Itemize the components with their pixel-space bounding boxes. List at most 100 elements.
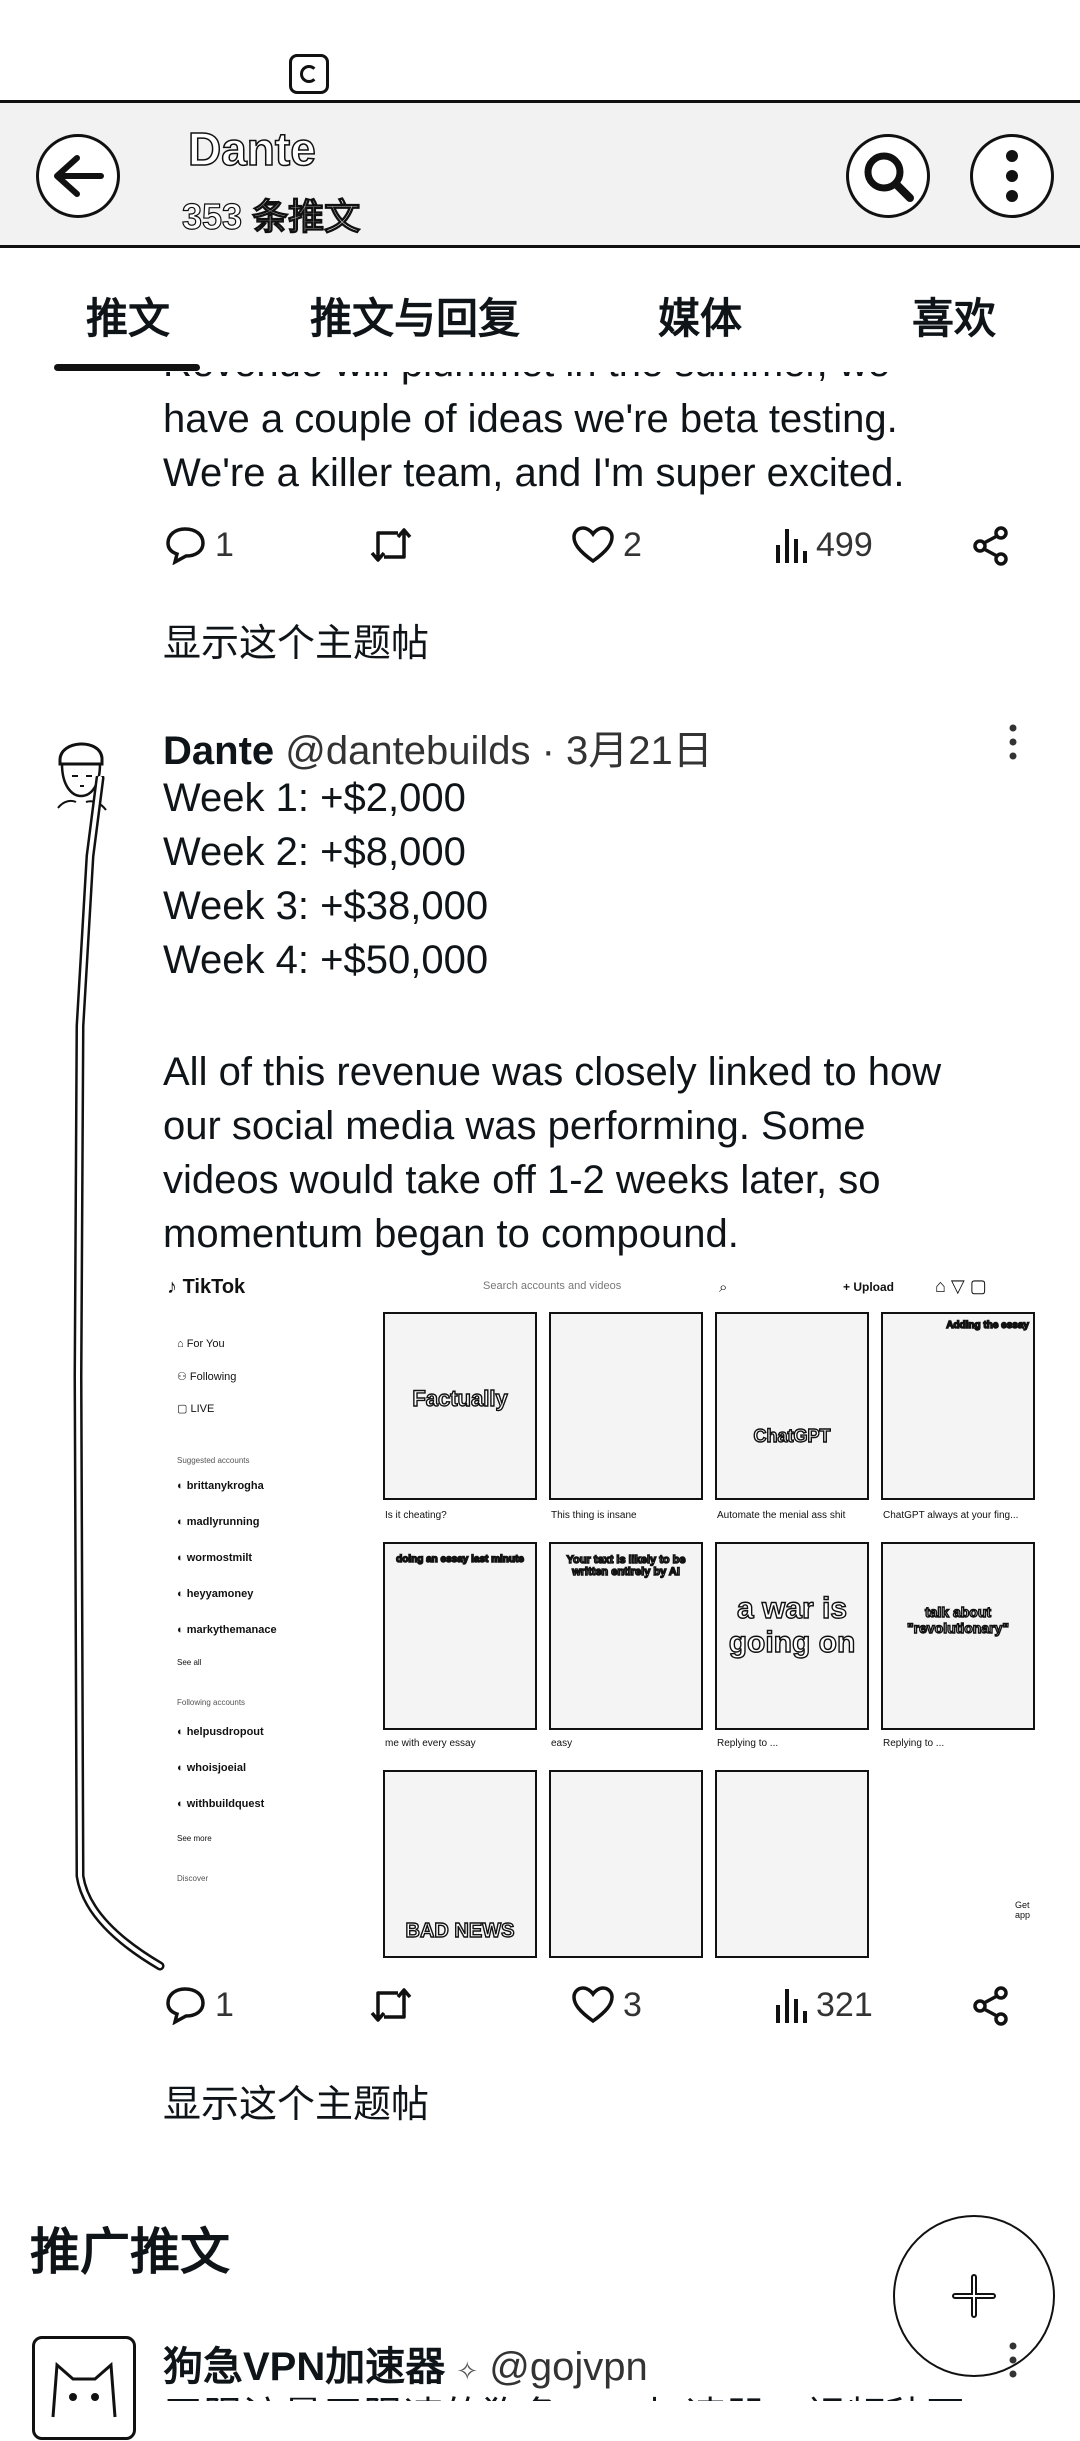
tiktok-suggested-4-name: heyyamoney [186,1588,254,1600]
reply-button[interactable]: 1 [165,1985,234,2025]
tiktok-thumb-caption: Automate the menial ass shit [717,1510,846,1521]
views-count: 499 [816,525,873,564]
tiktok-thumb-caption: easy [551,1738,573,1749]
plus-icon [952,2274,996,2318]
retweet-icon [370,1988,412,2022]
tiktok-following-3-name: withbuildquest [186,1798,265,1810]
tiktok-thumb: BAD NEWS [383,1770,537,1958]
reply-button[interactable]: 1 [165,525,234,565]
more-button[interactable] [970,134,1054,218]
more-vertical-icon [1006,150,1018,202]
reply-icon [166,1987,205,2025]
promoted-text-clip: 无限流量无限速的狗急VPN加速器，视频秒开 [163,2390,1043,2401]
tiktok-get-app: Get app [1015,1900,1031,1920]
tiktok-thumb: Your text is likely to be written entire… [549,1542,703,1730]
tiktok-thumb-text: ChatGPT [753,1425,831,1446]
tweet2-line-9: momentum began to compound. [163,1212,739,1256]
tiktok-suggested-2-name: madlyrunning [186,1516,260,1528]
tiktok-thumb: Factually [383,1312,537,1500]
tiktok-following-2: ◐ whoisjoeial [177,1762,246,1774]
tiktok-thumb-caption: This thing is insane [551,1510,637,1521]
tab-media[interactable]: 媒体 [658,285,742,346]
tiktok-discover: Discover [177,1874,209,1883]
tiktok-thumb [549,1770,703,1958]
tiktok-see-all: See all [177,1658,202,1667]
tweet2-line-8: videos would take off 1-2 weeks later, s… [163,1158,881,1202]
tab-tweets-replies[interactable]: 推文与回复 [310,285,520,346]
promoted-text: 无限流量无限速的狗急VPN加速器，视频秒开 [163,2390,1043,2401]
tab-likes[interactable]: 喜欢 [912,285,996,346]
promoted-handle[interactable]: @gojvpn [489,2345,647,2389]
tiktok-thumb-caption: Replying to ... [883,1738,945,1749]
tweet2-line-7: our social media was performing. Some [163,1104,866,1148]
views-button[interactable]: 499 [774,525,873,565]
tiktok-suggested-3-name: wormostmilt [186,1552,253,1564]
promoted-avatar[interactable] [32,2336,136,2440]
views-count: 321 [816,1985,873,2024]
back-button[interactable] [36,134,120,218]
tiktok-suggested-4: ◐ heyyamoney [177,1588,254,1600]
heart-icon [572,1986,614,2024]
tweet2-line-6: All of this revenue was closely linked t… [163,1050,942,1094]
retweet-icon [370,528,412,562]
tiktok-search-icon: ⌕ [719,1279,728,1296]
tiktok-logo-text: TikTok [182,1276,246,1298]
promoted-heading: 推广推文 [30,2224,230,2280]
tiktok-thumb [549,1312,703,1500]
more-vertical-icon [1009,724,1017,760]
reply-icon [166,527,205,565]
tiktok-thumb-text: Factually [412,1385,509,1411]
tiktok-suggested-1-name: brittanykrogha [186,1480,264,1492]
tweet2-author-name[interactable]: Dante [163,729,274,773]
tweet1-clipped: Revenue will plummet in the summer, we [163,372,1063,392]
tiktok-nav-foryou-label: For You [186,1338,225,1350]
active-tab-indicator [54,364,200,371]
show-thread-link[interactable]: 显示这个主题帖 [163,612,429,667]
tiktok-thumb-text: Your text is likely to be written entire… [566,1553,686,1578]
tiktok-following-label: Following accounts [177,1698,246,1707]
tiktok-thumb: talk about "revolutionary" [881,1542,1035,1730]
tweet2-line-3: Week 3: +$38,000 [163,884,489,928]
tweet1-clipped-line: Revenue will plummet in the summer, we [163,372,1063,390]
reply-count: 1 [215,525,234,564]
tweet2-handle[interactable]: @dantebuilds [285,729,530,773]
tiktok-suggested-2: ◐ madlyrunning [177,1516,260,1528]
tiktok-thumb-text: BAD NEWS [405,1919,515,1942]
like-button[interactable]: 3 [571,1985,642,2025]
tiktok-thumb-caption: Is it cheating? [385,1510,447,1521]
tiktok-thumb-text: talk about "revolutionary" [906,1603,1009,1636]
like-button[interactable]: 2 [571,525,642,565]
dog-logo-icon [51,2361,117,2418]
compose-fab[interactable] [893,2215,1055,2377]
tweet2-line-2: Week 2: +$8,000 [163,830,466,874]
views-button[interactable]: 321 [774,1985,873,2025]
tweet2-line-4: Week 4: +$50,000 [163,938,489,982]
like-count: 2 [623,525,642,564]
search-icon [864,152,914,202]
tiktok-following-1: ◐ helpusdropout [177,1726,264,1738]
status-notification-icon [289,54,329,94]
share-button[interactable] [970,1985,1012,2027]
verified-icon: ✧ [456,2356,479,2386]
tiktok-following-2-name: whoisjoeial [186,1762,246,1774]
tweet-more-button[interactable] [1008,722,1018,766]
retweet-button[interactable] [368,525,414,565]
tiktok-thumb: Adding the essay [881,1312,1035,1500]
views-icon [776,529,807,563]
tiktok-suggested-1: ◐ brittanykrogha [177,1480,264,1492]
promoted-author[interactable]: 狗急VPN加速器 [163,2345,445,2389]
tiktok-thumb: doing an essay last minute [383,1542,537,1730]
share-button[interactable] [970,525,1012,567]
tweet-count: 353 条推文 [181,195,361,237]
tab-tweets[interactable]: 推文 [86,285,170,346]
tiktok-nav-following-label: Following [189,1371,237,1383]
retweet-button[interactable] [368,1985,414,2025]
tiktok-following-3: ◐ withbuildquest [177,1798,265,1810]
tweet-media-image[interactable]: ♪ TikTok Search accounts and videos ⌕ + … [163,1270,1045,1962]
tweet1-line-2: We're a killer team, and I'm super excit… [163,451,905,495]
tiktok-nav-live: ▢ LIVE [177,1403,215,1415]
show-thread-link[interactable]: 显示这个主题帖 [163,2073,429,2128]
tiktok-suggested-3: ◐ wormostmilt [177,1552,253,1564]
search-button[interactable] [846,134,930,218]
promoted-more-button[interactable] [1008,2340,1018,2384]
